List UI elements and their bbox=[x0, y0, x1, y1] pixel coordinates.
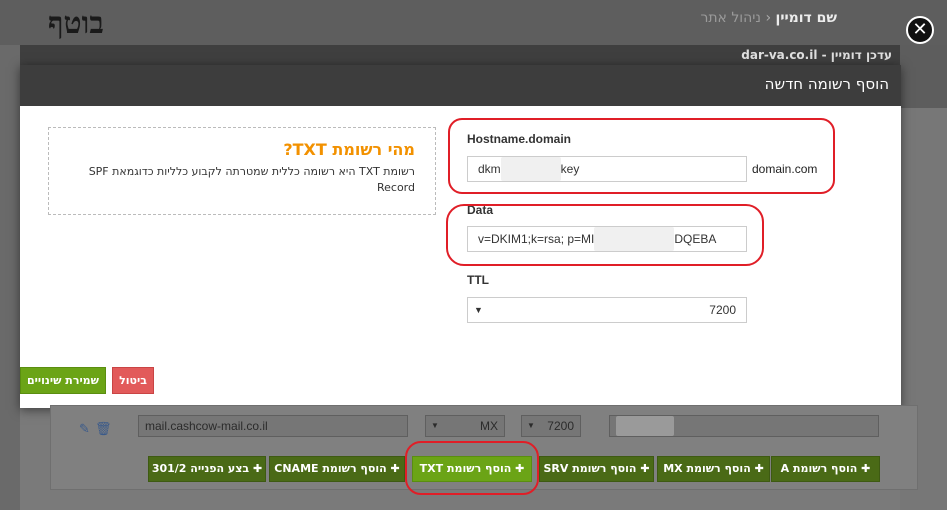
highlight-txt-button bbox=[405, 441, 539, 495]
save-button[interactable]: שמירת שינויים bbox=[20, 367, 106, 394]
domain-subheader: עדכן דומיין - dar-va.co.il bbox=[20, 45, 900, 65]
redirect-301-button[interactable]: ✚ בצע הפנייה 301/2 bbox=[148, 456, 266, 482]
ttl-label: TTL bbox=[467, 273, 489, 287]
dropdown-arrow-icon: ▼ bbox=[474, 305, 483, 315]
record-type-select[interactable]: ▼ MX bbox=[425, 415, 505, 437]
trash-icon[interactable]: 🗑 bbox=[95, 422, 112, 437]
plus-icon: ✚ bbox=[386, 462, 400, 475]
record-value-input[interactable]: x bbox=[609, 415, 879, 437]
left-column bbox=[0, 45, 20, 510]
chevron-left-icon: ‹ bbox=[761, 10, 772, 26]
info-title: מהי רשומת TXT? bbox=[283, 140, 415, 159]
add-a-record-button[interactable]: ✚ הוסף רשומת A bbox=[771, 456, 880, 482]
record-ttl-select[interactable]: ▼ 7200 bbox=[521, 415, 581, 437]
plus-icon: ✚ bbox=[249, 462, 263, 475]
ttl-select[interactable]: ▼ 7200 bbox=[467, 297, 747, 323]
breadcrumb: שם דומיין ‹ ניהול אתר bbox=[700, 10, 837, 26]
plus-icon: ✚ bbox=[636, 462, 650, 475]
breadcrumb-current[interactable]: שם דומיין bbox=[776, 10, 837, 26]
close-icon[interactable]: ✕ bbox=[906, 16, 934, 44]
add-mx-record-button[interactable]: ✚ הוסף רשומת MX bbox=[657, 456, 770, 482]
dropdown-arrow-icon: ▼ bbox=[527, 421, 535, 430]
add-srv-record-button[interactable]: ✚ הוסף רשומת SRV bbox=[539, 456, 654, 482]
plus-icon: ✚ bbox=[857, 462, 871, 475]
edit-icon[interactable]: ✎ bbox=[79, 422, 90, 437]
plus-icon: ✚ bbox=[750, 462, 764, 475]
breadcrumb-prev[interactable]: ניהול אתר bbox=[700, 10, 761, 26]
add-cname-record-button[interactable]: ✚ הוסף רשומת CNAME bbox=[269, 456, 405, 482]
highlight-data bbox=[446, 204, 764, 266]
add-record-modal: הוסף רשומה חדשה מהי רשומת TXT? רשומת TXT… bbox=[20, 65, 901, 408]
modal-header: הוסף רשומה חדשה bbox=[20, 65, 901, 106]
record-host-input[interactable]: mail.cashcow-mail.co.il bbox=[138, 415, 408, 437]
logo: בוטף bbox=[48, 6, 104, 41]
dropdown-arrow-icon: ▼ bbox=[431, 421, 439, 430]
info-box: מהי רשומת TXT? רשומת TXT היא רשומה כללית… bbox=[48, 127, 436, 215]
modal-title: הוסף רשומה חדשה bbox=[764, 75, 889, 93]
info-text: רשומת TXT היא רשומה כללית שמטרתה לקבוע כ… bbox=[88, 165, 415, 194]
highlight-hostname bbox=[448, 118, 835, 194]
redacted-text: x bbox=[616, 416, 674, 436]
record-row-actions: ✎ 🗑 bbox=[79, 418, 112, 437]
cancel-button[interactable]: ביטול bbox=[112, 367, 154, 394]
